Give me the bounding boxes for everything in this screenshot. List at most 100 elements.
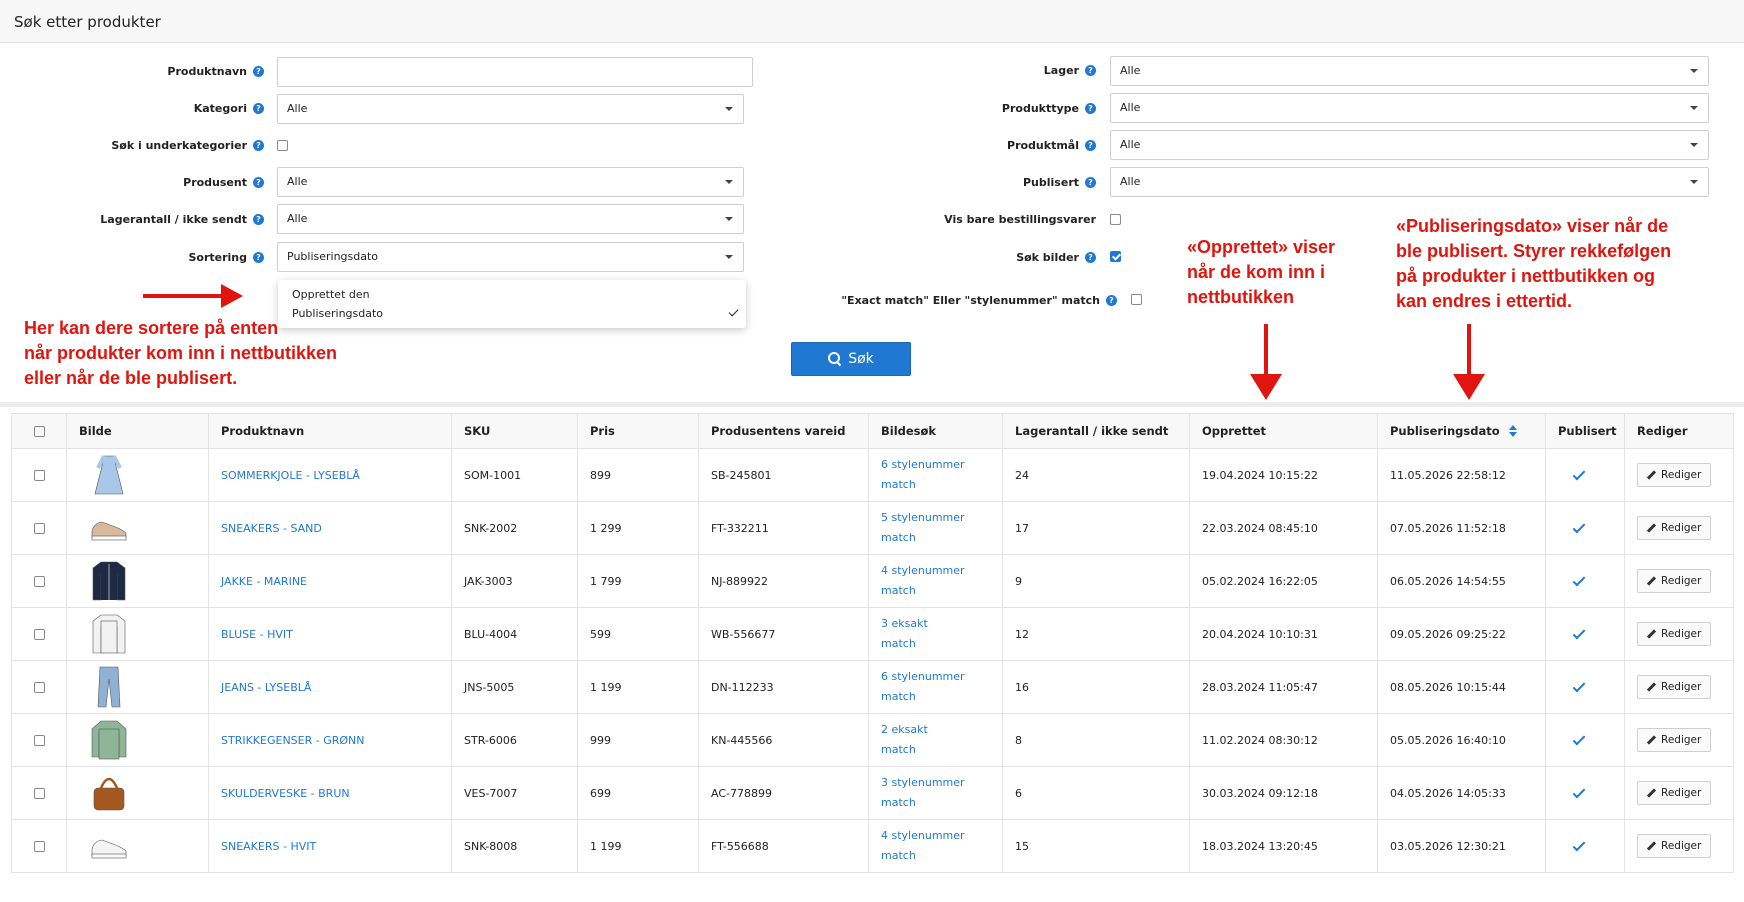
help-icon[interactable]: ? <box>253 103 264 114</box>
published-cell <box>1545 448 1625 502</box>
row-checkbox[interactable] <box>33 576 45 587</box>
produkttype-select[interactable]: Alle <box>1110 93 1709 123</box>
image-match-link[interactable]: 2 eksakt <box>881 720 990 740</box>
pencil-icon <box>1647 524 1656 533</box>
product-thumbnail[interactable] <box>79 823 196 869</box>
select-all-checkbox[interactable] <box>33 426 45 437</box>
help-icon[interactable]: ? <box>1085 177 1096 188</box>
col-publisert[interactable]: Publisert <box>1545 413 1625 449</box>
edit-button[interactable]: Rediger <box>1637 834 1712 858</box>
underkategorier-checkbox[interactable] <box>277 140 288 151</box>
produsent-select[interactable]: Alle <box>277 167 744 197</box>
image-match-link-suffix[interactable]: match <box>881 687 990 707</box>
product-name-link[interactable]: SNEAKERS - HVIT <box>221 840 316 853</box>
help-icon[interactable]: ? <box>253 177 264 188</box>
sok-bilder-checkbox[interactable] <box>1110 251 1121 262</box>
col-sku[interactable]: SKU <box>451 413 578 449</box>
help-icon[interactable]: ? <box>253 140 264 151</box>
image-match-link-suffix[interactable]: match <box>881 793 990 813</box>
product-name-link[interactable]: SNEAKERS - SAND <box>221 522 322 535</box>
product-thumbnail[interactable] <box>79 770 196 816</box>
search-button[interactable]: Søk <box>791 342 911 376</box>
image-match-link-suffix[interactable]: match <box>881 634 990 654</box>
sortering-select[interactable]: Publiseringsdato <box>277 242 744 272</box>
col-pris[interactable]: Pris <box>577 413 699 449</box>
product-name-cell: JEANS - LYSEBLÅ <box>208 660 452 714</box>
row-checkbox[interactable] <box>33 841 45 852</box>
product-image-cell <box>66 448 209 502</box>
col-produktnavn[interactable]: Produktnavn <box>208 413 452 449</box>
annotation-arrow-right <box>143 284 243 308</box>
row-checkbox[interactable] <box>33 629 45 640</box>
edit-button[interactable]: Rediger <box>1637 569 1712 593</box>
help-icon[interactable]: ? <box>1085 140 1096 151</box>
col-publiseringsdato[interactable]: Publiseringsdato <box>1377 413 1546 449</box>
produktmal-select[interactable]: Alle <box>1110 130 1709 160</box>
vendor-id-cell: KN-445566 <box>698 713 869 767</box>
image-match-link-suffix[interactable]: match <box>881 475 990 495</box>
edit-button[interactable]: Rediger <box>1637 622 1712 646</box>
product-thumbnail[interactable] <box>79 611 196 657</box>
image-match-link-suffix[interactable]: match <box>881 846 990 866</box>
help-icon[interactable]: ? <box>1085 65 1096 76</box>
image-match-link[interactable]: 4 stylenummer <box>881 826 990 846</box>
product-name-link[interactable]: BLUSE - HVIT <box>221 628 293 641</box>
help-icon[interactable]: ? <box>253 252 264 263</box>
stock-cell: 9 <box>1002 554 1190 608</box>
product-name-link[interactable]: JEANS - LYSEBLÅ <box>221 681 311 694</box>
product-name-link[interactable]: JAKKE - MARINE <box>221 575 307 588</box>
image-match-link[interactable]: 3 eksakt <box>881 614 990 634</box>
publisert-select[interactable]: Alle <box>1110 167 1709 197</box>
help-icon[interactable]: ? <box>1085 103 1096 114</box>
image-match-link[interactable]: 4 stylenummer <box>881 561 990 581</box>
col-opprettet[interactable]: Opprettet <box>1189 413 1378 449</box>
col-vareid[interactable]: Produsentens vareid <box>698 413 869 449</box>
image-match-link[interactable]: 6 stylenummer <box>881 667 990 687</box>
row-checkbox[interactable] <box>33 788 45 799</box>
help-icon[interactable]: ? <box>253 66 264 77</box>
price-cell: 1 199 <box>577 660 699 714</box>
image-match-link-suffix[interactable]: match <box>881 581 990 601</box>
sku-cell: STR-6006 <box>451 713 578 767</box>
sort-option-opprettet[interactable]: Opprettet den <box>292 288 370 301</box>
edit-button[interactable]: Rediger <box>1637 728 1712 752</box>
image-match-link-suffix[interactable]: match <box>881 528 990 548</box>
image-search-cell: 4 stylenummer match <box>868 554 1003 608</box>
row-checkbox[interactable] <box>33 682 45 693</box>
edit-button[interactable]: Rediger <box>1637 675 1712 699</box>
product-name-link[interactable]: STRIKKEGENSER - GRØNN <box>221 734 365 747</box>
created-cell: 20.04.2024 10:10:31 <box>1189 607 1378 661</box>
row-checkbox[interactable] <box>33 470 45 481</box>
product-thumbnail[interactable] <box>79 452 196 498</box>
product-thumbnail[interactable] <box>79 558 196 604</box>
product-thumbnail[interactable] <box>79 717 196 763</box>
col-lagerantall[interactable]: Lagerantall / ikke sendt <box>1002 413 1190 449</box>
kategori-select[interactable]: Alle <box>277 94 744 124</box>
image-match-link-suffix[interactable]: match <box>881 740 990 760</box>
image-match-link[interactable]: 5 stylenummer <box>881 508 990 528</box>
product-thumbnail[interactable] <box>79 664 196 710</box>
edit-cell: Rediger <box>1624 819 1734 873</box>
produktnavn-text[interactable] <box>287 58 752 85</box>
sort-icon[interactable] <box>1508 425 1517 437</box>
edit-button[interactable]: Rediger <box>1637 781 1712 805</box>
help-icon[interactable]: ? <box>1085 252 1096 263</box>
product-name-link[interactable]: SKULDERVESKE - BRUN <box>221 787 350 800</box>
checkmark-icon <box>728 306 739 317</box>
produktnavn-input[interactable] <box>277 57 753 87</box>
help-icon[interactable]: ? <box>1106 295 1117 306</box>
bestillingsvarer-checkbox[interactable] <box>1110 214 1121 225</box>
lagerantall-select[interactable]: Alle <box>277 204 744 234</box>
edit-button[interactable]: Rediger <box>1637 516 1712 540</box>
lager-select[interactable]: Alle <box>1110 56 1709 86</box>
product-thumbnail[interactable] <box>79 505 196 551</box>
help-icon[interactable]: ? <box>253 214 264 225</box>
image-match-link[interactable]: 3 stylenummer <box>881 773 990 793</box>
pencil-icon <box>1647 471 1656 480</box>
row-checkbox[interactable] <box>33 735 45 746</box>
exact-match-checkbox[interactable] <box>1131 294 1142 305</box>
row-checkbox[interactable] <box>33 523 45 534</box>
product-name-link[interactable]: SOMMERKJOLE - LYSEBLÅ <box>221 469 360 482</box>
image-match-link[interactable]: 6 stylenummer <box>881 455 990 475</box>
edit-button[interactable]: Rediger <box>1637 463 1712 487</box>
